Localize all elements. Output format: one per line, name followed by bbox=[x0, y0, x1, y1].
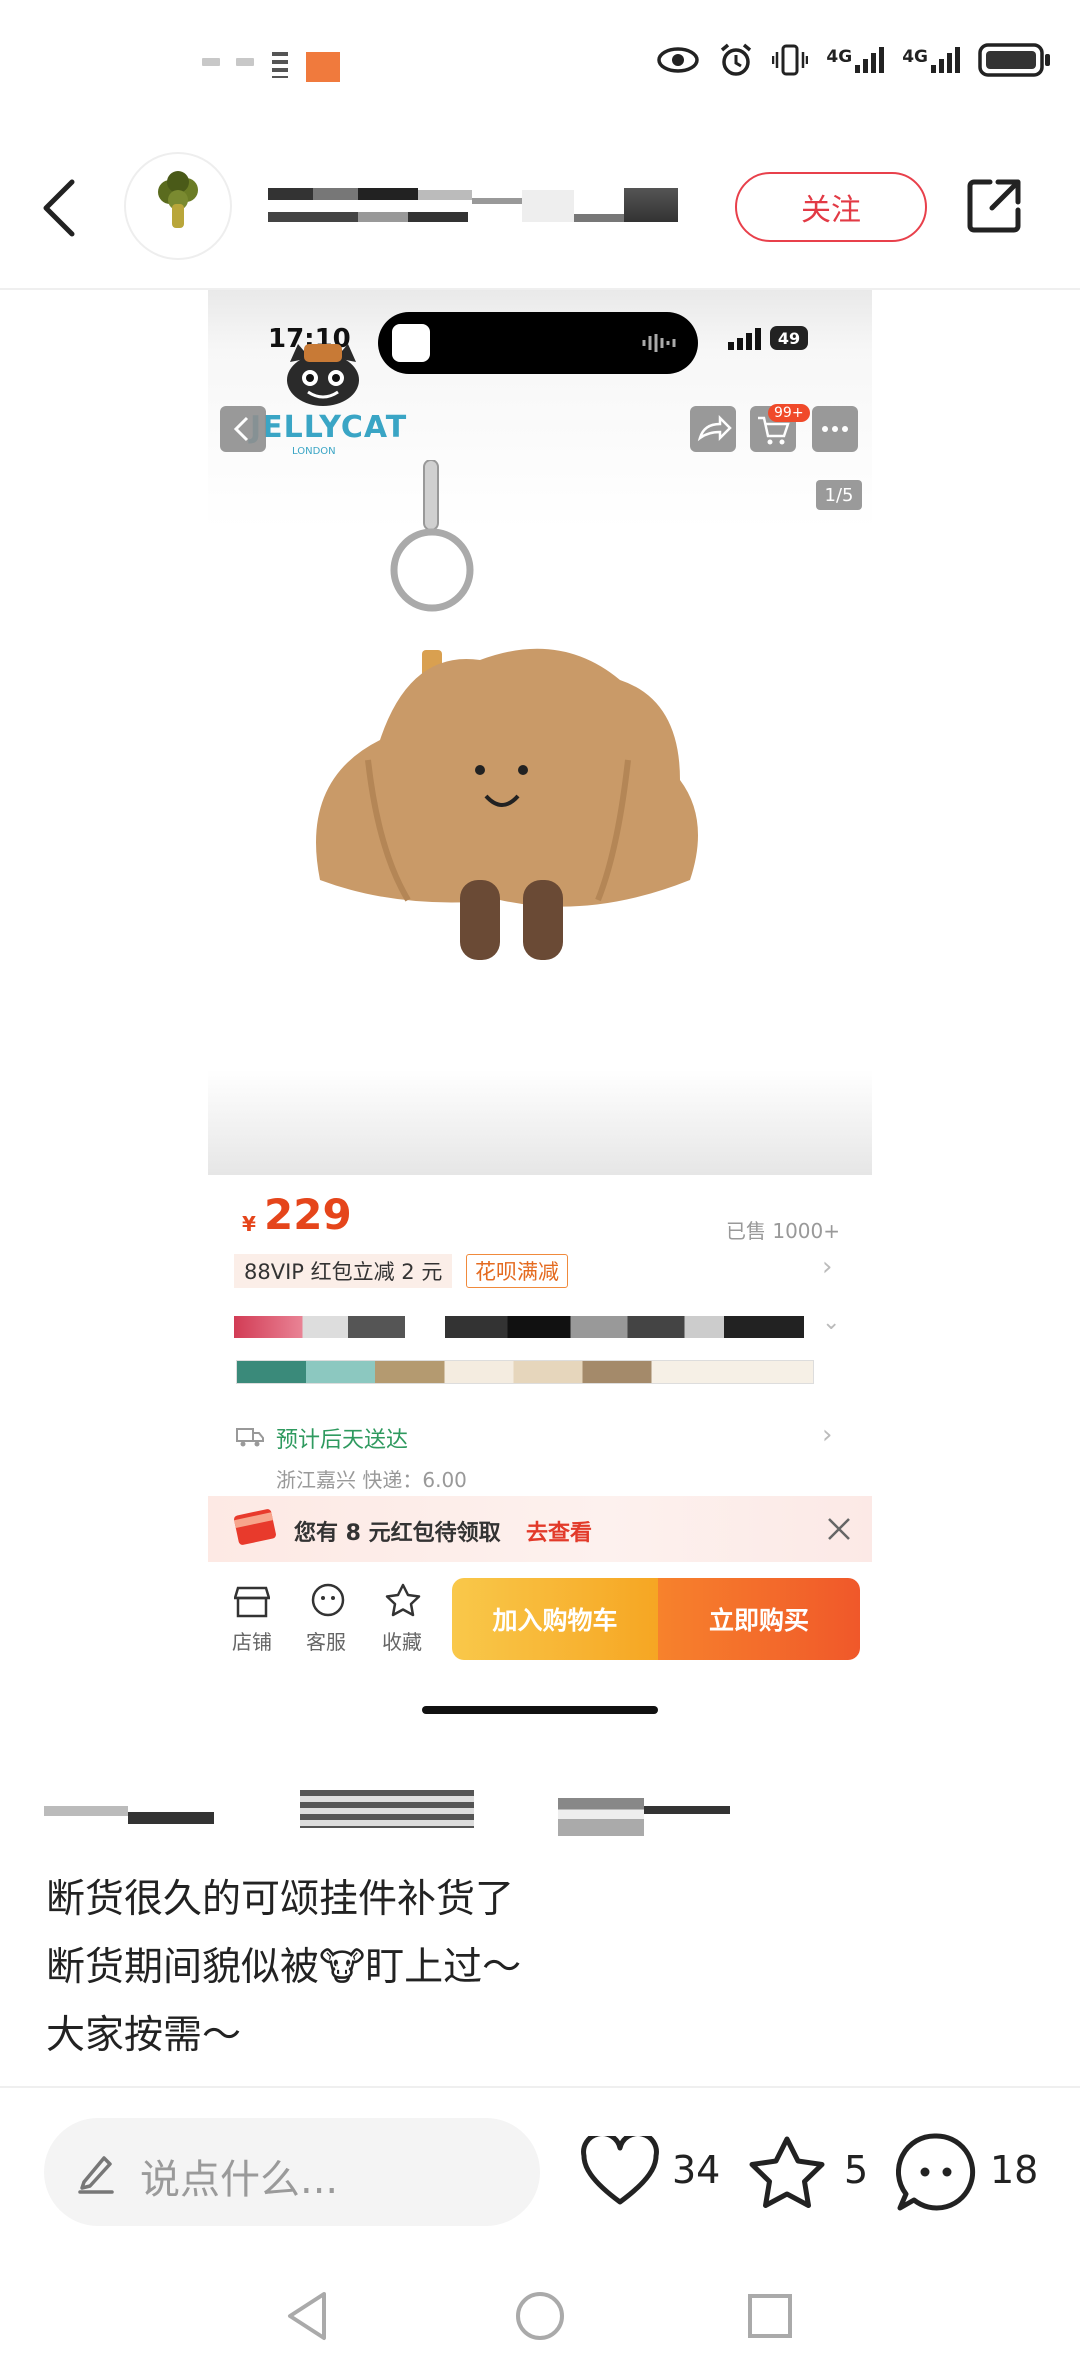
red-packet-text: 您有 8 元红包待领取 bbox=[294, 1521, 501, 1546]
signal-icon bbox=[728, 328, 761, 350]
status-icons: 4G 4G bbox=[656, 42, 1052, 78]
comment-placeholder: 说点什么... bbox=[140, 2157, 339, 2203]
shipping-origin: 浙江嘉兴 快递：6.00 bbox=[276, 1468, 467, 1492]
star-count: 5 bbox=[844, 2148, 869, 2192]
post-image[interactable]: 17:10 49 JELLYCAT LONDON 99+ 1/5 ¥ 229 已… bbox=[208, 290, 872, 1740]
close-icon[interactable] bbox=[826, 1516, 852, 1542]
nav-home-icon[interactable] bbox=[514, 2290, 566, 2342]
favorite-label: 收藏 bbox=[382, 1630, 422, 1654]
redacted-row bbox=[236, 1360, 814, 1384]
post-line: 断货期间貌似被🐮盯上过～ bbox=[46, 1945, 522, 1990]
red-packet-link[interactable]: 去查看 bbox=[526, 1515, 592, 1547]
audio-wave-icon bbox=[642, 334, 676, 352]
cat-logo-icon bbox=[287, 344, 359, 406]
customer-service-label: 客服 bbox=[306, 1630, 346, 1654]
broccoli-avatar-icon bbox=[158, 171, 198, 228]
footer-divider bbox=[0, 2086, 1080, 2088]
alarm-icon bbox=[721, 43, 752, 76]
signal-4g-icon: 4G bbox=[902, 47, 960, 73]
follow-button[interactable]: 关注 bbox=[735, 172, 927, 242]
back-icon[interactable] bbox=[40, 178, 80, 238]
signal-4g-icon: 4G bbox=[826, 47, 885, 73]
comment-count: 18 bbox=[990, 2148, 1039, 2192]
vip-promo-tag: 88VIP 红包立减 2 元 bbox=[234, 1254, 453, 1288]
croissant-keychain-image bbox=[316, 460, 698, 960]
customer-service-icon[interactable] bbox=[310, 1582, 346, 1618]
post-line: 大家按需～ bbox=[46, 2013, 242, 2058]
brand-subtitle: LONDON bbox=[292, 446, 336, 457]
home-indicator bbox=[422, 1706, 658, 1714]
add-to-cart-button[interactable]: 加入购物车 bbox=[452, 1578, 658, 1660]
notification-icon bbox=[236, 58, 254, 66]
post-line: 断货很久的可颂挂件补货了 bbox=[46, 1877, 515, 1922]
brand-name: JELLYCAT bbox=[250, 410, 408, 445]
share-icon bbox=[697, 414, 732, 442]
share-icon[interactable] bbox=[964, 176, 1024, 236]
notification-icon bbox=[272, 52, 288, 78]
app-notification-icon bbox=[306, 52, 340, 82]
buy-now-button[interactable]: 立即购买 bbox=[658, 1578, 860, 1660]
store-label: 店铺 bbox=[232, 1630, 272, 1654]
network-label: 4G bbox=[826, 47, 853, 67]
eye-icon bbox=[657, 47, 700, 73]
app-icon bbox=[392, 324, 430, 362]
pencil-icon bbox=[78, 2156, 114, 2194]
store-icon[interactable] bbox=[234, 1584, 270, 1618]
vibrate-icon bbox=[772, 44, 809, 76]
heart-icon[interactable] bbox=[580, 2136, 660, 2208]
red-packet-icon bbox=[234, 1509, 276, 1545]
chevron-right-icon: › bbox=[822, 1252, 833, 1282]
dynamic-island bbox=[378, 312, 698, 374]
avatar[interactable] bbox=[124, 152, 232, 260]
more-button[interactable] bbox=[812, 406, 858, 452]
chevron-down-icon[interactable]: ⌄ bbox=[822, 1310, 840, 1335]
price: 229 bbox=[264, 1190, 352, 1239]
huabei-tag: 花呗满减 bbox=[466, 1254, 568, 1288]
comment-icon[interactable] bbox=[896, 2132, 976, 2212]
back-button[interactable] bbox=[220, 406, 266, 452]
price-symbol: ¥ bbox=[242, 1212, 256, 1236]
back-icon bbox=[233, 416, 249, 442]
network-label: 4G bbox=[902, 47, 928, 67]
image-pager: 1/5 bbox=[816, 480, 862, 510]
delivery-estimate: 预计后天送达 bbox=[276, 1428, 409, 1453]
redacted-row bbox=[234, 1316, 804, 1338]
cart-badge: 99+ bbox=[768, 404, 810, 422]
sold-count: 已售 1000+ bbox=[725, 1219, 840, 1243]
nav-back-icon[interactable] bbox=[284, 2290, 332, 2342]
share-button[interactable] bbox=[690, 406, 736, 452]
screenshot-battery: 49 bbox=[770, 326, 808, 350]
chevron-right-icon: › bbox=[822, 1420, 833, 1450]
delivery-truck-icon bbox=[236, 1428, 264, 1447]
battery-icon bbox=[978, 43, 1050, 77]
notification-icon bbox=[202, 58, 220, 66]
star-icon[interactable] bbox=[746, 2134, 828, 2212]
like-count: 34 bbox=[672, 2148, 721, 2192]
more-icon bbox=[822, 426, 848, 432]
nav-recents-icon[interactable] bbox=[746, 2292, 794, 2340]
star-icon[interactable] bbox=[384, 1582, 422, 1618]
